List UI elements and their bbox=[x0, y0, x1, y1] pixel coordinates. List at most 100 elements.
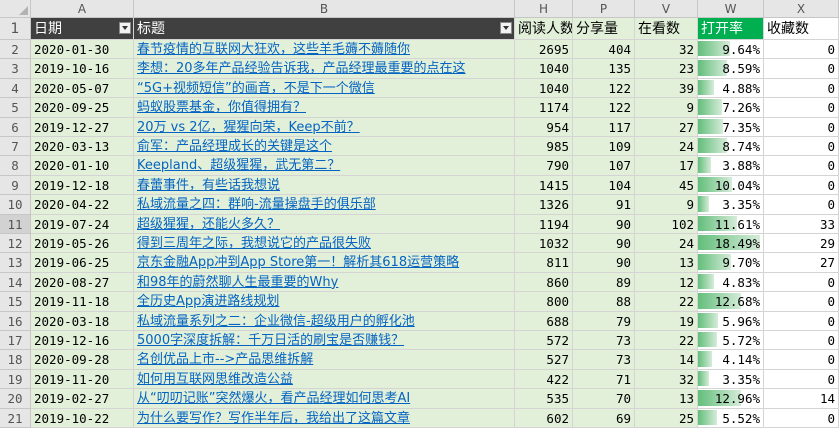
title-cell[interactable]: 20万 vs 2亿，猩猩向荣，Keep不前？ bbox=[134, 117, 515, 137]
header-date-cell[interactable]: 日期 bbox=[31, 18, 134, 40]
date-cell[interactable]: 2020-01-30 bbox=[31, 40, 134, 60]
title-cell[interactable]: 从“叨叨记账”突然爆火，看产品经理如何思考AI bbox=[134, 389, 515, 409]
favorites-cell[interactable]: 14 bbox=[764, 389, 839, 409]
column-header-p[interactable]: P bbox=[573, 0, 635, 18]
favorites-cell[interactable]: 33 bbox=[764, 214, 839, 234]
watching-cell[interactable]: 9 bbox=[635, 98, 698, 118]
shares-cell[interactable]: 73 bbox=[573, 331, 635, 351]
favorites-cell[interactable]: 0 bbox=[764, 350, 839, 370]
title-cell[interactable]: 为什么要写作？写作半年后，我给出了这篇文章 bbox=[134, 408, 515, 428]
title-link[interactable]: 春节疫情的互联网大狂欢，这些羊毛薅不薅随你 bbox=[137, 42, 410, 57]
row-header[interactable]: 18 bbox=[0, 350, 31, 370]
watching-cell[interactable]: 24 bbox=[635, 234, 698, 254]
open-rate-cell[interactable]: 4.88% bbox=[698, 78, 764, 99]
title-cell[interactable]: 春节疫情的互联网大狂欢，这些羊毛薅不薅随你 bbox=[134, 40, 515, 60]
title-cell[interactable]: 蚂蚁股票基金，你值得拥有？ bbox=[134, 98, 515, 118]
header-open-rate-cell[interactable]: 打开率 bbox=[698, 18, 764, 40]
shares-cell[interactable]: 73 bbox=[573, 350, 635, 370]
shares-cell[interactable]: 71 bbox=[573, 369, 635, 390]
title-cell[interactable]: 全历史App演进路线规划 bbox=[134, 292, 515, 312]
title-link[interactable]: 私域流量之四：群响-流量操盘手的俱乐部 bbox=[137, 197, 376, 212]
shares-cell[interactable]: 122 bbox=[573, 78, 635, 99]
title-cell[interactable]: 和98年的蔚然聊人生最重要的Why bbox=[134, 272, 515, 293]
date-cell[interactable]: 2019-12-18 bbox=[31, 175, 134, 196]
shares-cell[interactable]: 90 bbox=[573, 234, 635, 254]
title-link[interactable]: 如何用互联网思维改造公益 bbox=[137, 372, 293, 387]
row-header[interactable]: 10 bbox=[0, 195, 31, 215]
watching-cell[interactable]: 39 bbox=[635, 78, 698, 99]
title-cell[interactable]: 超级猩猩，还能火多久？ bbox=[134, 214, 515, 234]
reads-cell[interactable]: 790 bbox=[515, 156, 573, 176]
title-link[interactable]: 超级猩猩，还能火多久？ bbox=[137, 217, 280, 232]
row-header[interactable]: 15 bbox=[0, 292, 31, 312]
reads-cell[interactable]: 800 bbox=[515, 292, 573, 312]
favorites-cell[interactable]: 0 bbox=[764, 98, 839, 118]
favorites-cell[interactable]: 27 bbox=[764, 253, 839, 273]
reads-cell[interactable]: 811 bbox=[515, 253, 573, 273]
row-header[interactable]: 9 bbox=[0, 175, 31, 196]
column-header-b[interactable]: B bbox=[134, 0, 515, 18]
filter-dropdown-icon[interactable] bbox=[119, 22, 131, 34]
shares-cell[interactable]: 404 bbox=[573, 40, 635, 60]
title-link[interactable]: 京东金融App冲到App Store第一！解析其618运营策略 bbox=[137, 255, 459, 270]
reads-cell[interactable]: 1194 bbox=[515, 214, 573, 234]
column-header-h[interactable]: H bbox=[515, 0, 573, 18]
watching-cell[interactable]: 25 bbox=[635, 408, 698, 428]
title-cell[interactable]: “5G+视频短信”的画音，不是下一个微信 bbox=[134, 78, 515, 99]
favorites-cell[interactable]: 0 bbox=[764, 195, 839, 215]
watching-cell[interactable]: 24 bbox=[635, 137, 698, 157]
reads-cell[interactable]: 1040 bbox=[515, 78, 573, 99]
shares-cell[interactable]: 122 bbox=[573, 98, 635, 118]
watching-cell[interactable]: 27 bbox=[635, 117, 698, 137]
watching-cell[interactable]: 13 bbox=[635, 253, 698, 273]
favorites-cell[interactable]: 0 bbox=[764, 78, 839, 99]
open-rate-cell[interactable]: 10.04% bbox=[698, 175, 764, 196]
date-cell[interactable]: 2019-12-27 bbox=[31, 117, 134, 137]
date-cell[interactable]: 2019-06-25 bbox=[31, 253, 134, 273]
row-header[interactable]: 14 bbox=[0, 272, 31, 293]
reads-cell[interactable]: 1326 bbox=[515, 195, 573, 215]
title-link[interactable]: 得到三周年之际，我想说它的产品很失败 bbox=[137, 236, 371, 251]
title-link[interactable]: 私域流量系列之二：企业微信-超级用户的孵化池 bbox=[137, 314, 415, 329]
favorites-cell[interactable]: 0 bbox=[764, 292, 839, 312]
row-header[interactable]: 17 bbox=[0, 331, 31, 351]
title-link[interactable]: 春蕾事件，有些话我想说 bbox=[137, 178, 280, 193]
watching-cell[interactable]: 32 bbox=[635, 40, 698, 60]
title-cell[interactable]: 京东金融App冲到App Store第一！解析其618运营策略 bbox=[134, 253, 515, 273]
row-header[interactable]: 6 bbox=[0, 117, 31, 137]
watching-cell[interactable]: 23 bbox=[635, 59, 698, 79]
reads-cell[interactable]: 1032 bbox=[515, 234, 573, 254]
date-cell[interactable]: 2019-07-24 bbox=[31, 214, 134, 234]
open-rate-cell[interactable]: 4.14% bbox=[698, 350, 764, 370]
row-header[interactable]: 12 bbox=[0, 234, 31, 254]
favorites-cell[interactable]: 29 bbox=[764, 234, 839, 254]
title-cell[interactable]: 5000字深度拆解：千万日活的刷宝是否赚钱？ bbox=[134, 331, 515, 351]
date-cell[interactable]: 2020-01-10 bbox=[31, 156, 134, 176]
title-link[interactable]: 为什么要写作？写作半年后，我给出了这篇文章 bbox=[137, 411, 410, 426]
title-link[interactable]: 从“叨叨记账”突然爆火，看产品经理如何思考AI bbox=[137, 391, 410, 406]
reads-cell[interactable]: 860 bbox=[515, 272, 573, 293]
row-header[interactable]: 4 bbox=[0, 78, 31, 99]
title-cell[interactable]: 名创优品上市-->产品思维拆解 bbox=[134, 350, 515, 370]
title-link[interactable]: 名创优品上市-->产品思维拆解 bbox=[137, 352, 313, 367]
date-cell[interactable]: 2020-08-27 bbox=[31, 272, 134, 293]
reads-cell[interactable]: 1415 bbox=[515, 175, 573, 196]
reads-cell[interactable]: 985 bbox=[515, 137, 573, 157]
row-header[interactable]: 7 bbox=[0, 137, 31, 157]
date-cell[interactable]: 2019-12-16 bbox=[31, 331, 134, 351]
date-cell[interactable]: 2019-02-27 bbox=[31, 389, 134, 409]
title-cell[interactable]: Keepland、超级猩猩，武无第二？ bbox=[134, 156, 515, 176]
column-header-v[interactable]: V bbox=[635, 0, 698, 18]
date-cell[interactable]: 2020-03-13 bbox=[31, 137, 134, 157]
watching-cell[interactable]: 32 bbox=[635, 369, 698, 390]
favorites-cell[interactable]: 0 bbox=[764, 408, 839, 428]
column-header-w[interactable]: W bbox=[698, 0, 764, 18]
header-reads-cell[interactable]: 阅读人数 bbox=[515, 18, 573, 40]
title-link[interactable]: 蚂蚁股票基金，你值得拥有？ bbox=[137, 100, 306, 115]
open-rate-cell[interactable]: 7.26% bbox=[698, 98, 764, 118]
reads-cell[interactable]: 2695 bbox=[515, 40, 573, 60]
reads-cell[interactable]: 535 bbox=[515, 389, 573, 409]
open-rate-cell[interactable]: 8.74% bbox=[698, 137, 764, 157]
open-rate-cell[interactable]: 12.68% bbox=[698, 292, 764, 312]
reads-cell[interactable]: 954 bbox=[515, 117, 573, 137]
